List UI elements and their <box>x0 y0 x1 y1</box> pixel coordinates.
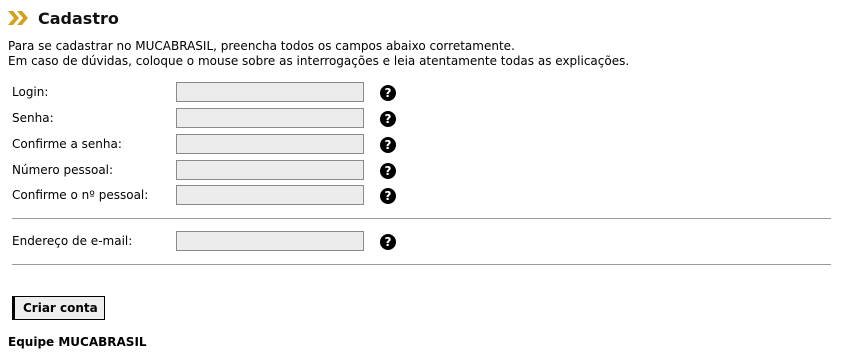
page-title: Cadastro <box>38 8 119 28</box>
password-help-icon[interactable]: ? <box>380 111 396 127</box>
password-label: Senha: <box>12 111 54 125</box>
personal-number-input[interactable] <box>176 160 364 180</box>
page-header: Cadastro <box>8 7 119 29</box>
confirm-personal-number-help-icon[interactable]: ? <box>380 188 396 204</box>
intro-text: Para se cadastrar no MUCABRASIL, preench… <box>8 39 629 69</box>
confirm-personal-number-label: Confirme o nº pessoal: <box>12 188 149 202</box>
email-input[interactable] <box>176 231 364 251</box>
confirm-password-input[interactable] <box>176 134 364 154</box>
confirm-password-help-icon[interactable]: ? <box>380 137 396 153</box>
email-help-icon[interactable]: ? <box>380 234 396 250</box>
form-divider-bottom <box>12 264 831 265</box>
personal-number-help-icon[interactable]: ? <box>380 163 396 179</box>
team-signature: Equipe MUCABRASIL <box>8 335 147 349</box>
create-account-button[interactable]: Criar conta <box>12 296 105 320</box>
email-label: Endereço de e-mail: <box>12 234 133 248</box>
personal-number-label: Número pessoal: <box>12 163 114 177</box>
login-input[interactable] <box>176 82 364 102</box>
confirm-personal-number-input[interactable] <box>176 185 364 205</box>
form-divider-top <box>12 218 831 219</box>
intro-line-2: Em caso de dúvidas, coloque o mouse sobr… <box>8 54 630 68</box>
login-label: Login: <box>12 85 49 99</box>
intro-line-1: Para se cadastrar no MUCABRASIL, preench… <box>8 39 515 53</box>
password-input[interactable] <box>176 108 364 128</box>
login-help-icon[interactable]: ? <box>380 85 396 101</box>
double-chevron-right-icon <box>8 11 28 25</box>
confirm-password-label: Confirme a senha: <box>12 137 122 151</box>
